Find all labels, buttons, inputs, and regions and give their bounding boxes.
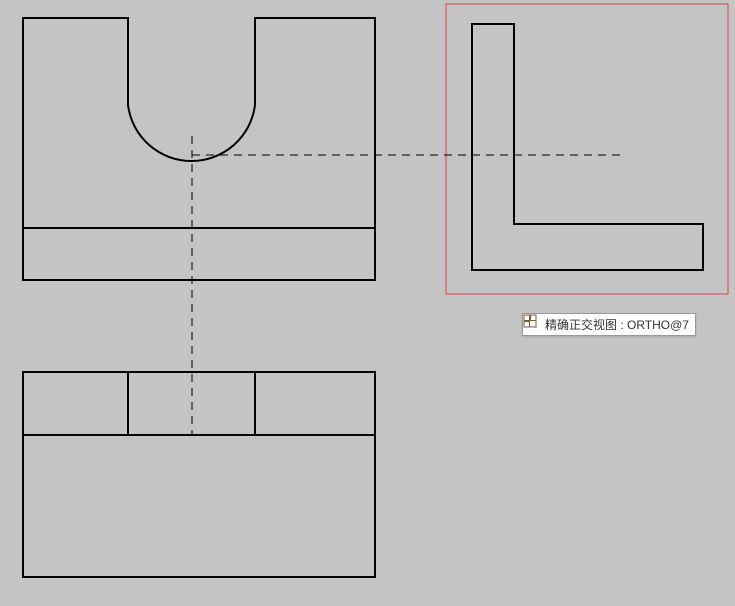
projection-lines xyxy=(192,136,625,435)
orthographic-view-icon xyxy=(527,318,541,332)
view-tooltip-text: 精确正交视图 : ORTHO@7 xyxy=(545,316,689,333)
front-view[interactable] xyxy=(23,18,375,280)
view-tooltip: 精确正交视图 : ORTHO@7 xyxy=(522,313,696,336)
cad-viewport[interactable]: 精确正交视图 : ORTHO@7 xyxy=(0,0,735,606)
top-view[interactable] xyxy=(23,372,375,577)
side-view[interactable] xyxy=(472,24,703,270)
selection-box[interactable] xyxy=(446,4,728,294)
